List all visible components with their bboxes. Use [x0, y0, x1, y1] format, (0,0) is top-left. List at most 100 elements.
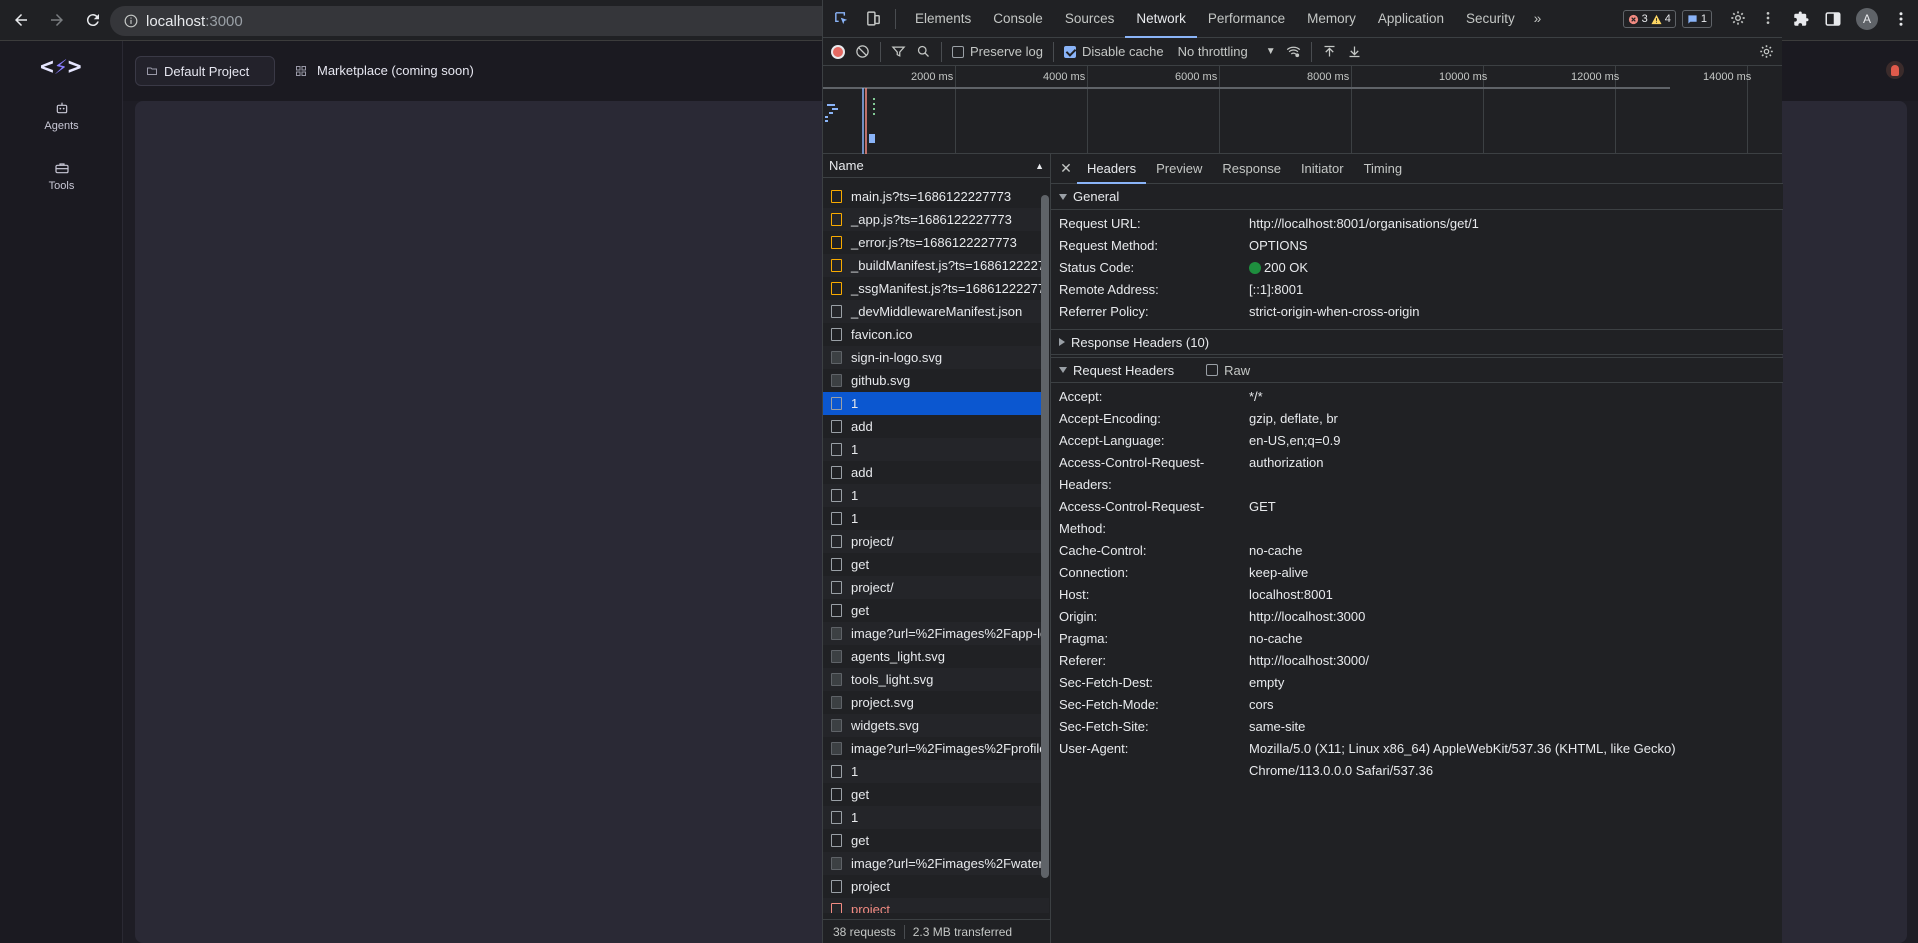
sidebar-item-label: Tools [48, 180, 75, 192]
tab-performance[interactable]: Performance [1197, 0, 1296, 38]
request-row[interactable]: image?url=%2Fimages%2Fwatermark.png [823, 852, 1049, 875]
request-name: _buildManifest.js?ts=1686122227773 [851, 258, 1049, 273]
request-row[interactable]: agents_light.svg [823, 645, 1049, 668]
device-toolbar-button[interactable] [859, 5, 887, 33]
request-name: _ssgManifest.js?ts=1686122227773 [851, 281, 1049, 296]
request-headers-section-header[interactable]: Request Headers Raw [1051, 357, 1783, 383]
request-row[interactable]: project [823, 898, 1049, 913]
detail-tab-headers[interactable]: Headers [1077, 154, 1147, 184]
request-row[interactable]: project [823, 875, 1049, 898]
network-conditions-icon[interactable] [1286, 44, 1301, 59]
request-row[interactable]: 1 [823, 507, 1049, 530]
header-key: Accept-Encoding: [1059, 411, 1161, 426]
request-row[interactable]: project/ [823, 576, 1049, 599]
request-row[interactable]: widgets.svg [823, 714, 1049, 737]
tab-console[interactable]: Console [982, 0, 1054, 38]
error-count-badge[interactable]: 3 4 [1622, 10, 1676, 28]
import-har-icon[interactable] [1322, 44, 1337, 59]
request-row[interactable]: project.svg [823, 691, 1049, 714]
detail-tab-timing[interactable]: Timing [1354, 154, 1413, 184]
side-panel-icon[interactable] [1824, 10, 1842, 28]
request-row[interactable]: _error.js?ts=1686122227773 [823, 231, 1049, 254]
request-row[interactable]: get [823, 599, 1049, 622]
tab-memory[interactable]: Memory [1296, 0, 1367, 38]
request-row[interactable]: github.svg [823, 369, 1049, 392]
checkbox-unchecked[interactable] [1206, 364, 1219, 376]
project-selector-button[interactable]: Default Project [135, 56, 275, 86]
raw-toggle-checkbox[interactable]: Raw [1206, 363, 1250, 378]
gear-icon[interactable] [1759, 44, 1774, 59]
request-row[interactable]: image?url=%2Fimages%2Fprofile.png [823, 737, 1049, 760]
app-logo[interactable]: <⚡> [40, 54, 82, 80]
forward-button[interactable] [42, 5, 72, 35]
more-vert-icon[interactable] [1892, 10, 1910, 28]
throttling-select[interactable]: No throttling ▼ [1178, 44, 1276, 59]
tab-security[interactable]: Security [1455, 0, 1526, 38]
profile-avatar[interactable]: A [1856, 8, 1878, 30]
request-row[interactable]: 1 [823, 438, 1049, 461]
request-row[interactable]: 1 [823, 760, 1049, 783]
request-row[interactable]: add [823, 461, 1049, 484]
request-row[interactable]: main.js?ts=1686122227773 [823, 185, 1049, 208]
header-value: strict-origin-when-cross-origin [1249, 304, 1420, 319]
message-count-badge[interactable]: 1 [1681, 10, 1712, 28]
request-row[interactable]: 1 [823, 484, 1049, 507]
request-row[interactable]: project/ [823, 530, 1049, 553]
request-row[interactable]: get [823, 829, 1049, 852]
request-row[interactable]: favicon.ico [823, 323, 1049, 346]
tab-elements[interactable]: Elements [904, 0, 982, 38]
more-vert-icon[interactable] [1760, 10, 1776, 26]
timeline-waterfall [823, 87, 1670, 154]
scrollbar-thumb[interactable] [1041, 195, 1049, 878]
request-row[interactable]: _ssgManifest.js?ts=1686122227773 [823, 277, 1049, 300]
reload-button[interactable] [78, 5, 108, 35]
search-icon[interactable] [916, 44, 931, 59]
back-button[interactable] [6, 5, 36, 35]
more-tabs-button[interactable]: » [1526, 0, 1550, 38]
document-file-icon [831, 834, 842, 847]
request-row[interactable]: get [823, 783, 1049, 806]
checkbox-unchecked[interactable] [952, 45, 964, 58]
request-row[interactable]: image?url=%2Fimages%2Fapp-logo.png [823, 622, 1049, 645]
request-row[interactable]: sign-in-logo.svg [823, 346, 1049, 369]
tab-application[interactable]: Application [1367, 0, 1455, 38]
puzzle-icon[interactable] [1792, 10, 1810, 28]
request-row[interactable]: tools_light.svg [823, 668, 1049, 691]
general-section-header[interactable]: General [1051, 184, 1783, 210]
request-row[interactable]: get [823, 553, 1049, 576]
detail-tab-response[interactable]: Response [1212, 154, 1291, 184]
request-name: get [851, 557, 870, 572]
response-headers-section-header[interactable]: Response Headers (10) [1051, 329, 1783, 355]
clear-icon[interactable] [855, 44, 870, 59]
close-icon[interactable]: ✕ [1055, 160, 1077, 177]
header-key: User-Agent: [1059, 741, 1129, 756]
sidebar-item-agents[interactable]: Agents [0, 100, 123, 132]
request-row[interactable]: _buildManifest.js?ts=1686122227773 [823, 254, 1049, 277]
column-header-name[interactable]: Name ▲ [823, 154, 1050, 178]
checkbox-checked[interactable] [1063, 45, 1076, 58]
preserve-log-checkbox[interactable]: Preserve log [952, 44, 1043, 59]
request-list: Name ▲ main.js?ts=1686122227773 _app.js?t… [823, 154, 1051, 943]
disable-cache-checkbox[interactable]: Disable cache [1063, 44, 1164, 59]
request-row[interactable]: add [823, 415, 1049, 438]
detail-tab-preview[interactable]: Preview [1146, 154, 1212, 184]
request-row[interactable]: 1 [823, 806, 1049, 829]
request-row[interactable]: _app.js?ts=1686122227773 [823, 208, 1049, 231]
tab-sources[interactable]: Sources [1054, 0, 1126, 38]
request-row[interactable]: _devMiddlewareManifest.json [823, 300, 1049, 323]
request-row[interactable]: 1 [823, 392, 1049, 415]
gear-icon[interactable] [1730, 10, 1746, 26]
filter-icon[interactable] [891, 44, 906, 59]
user-profile-icon[interactable] [1886, 61, 1904, 79]
tab-network[interactable]: Network [1125, 0, 1197, 38]
detail-tab-initiator[interactable]: Initiator [1291, 154, 1354, 184]
record-button[interactable] [831, 44, 845, 59]
issue-counters[interactable]: 3 4 1 [1622, 10, 1712, 28]
inspect-element-button[interactable] [827, 5, 855, 33]
collapsed-triangle-icon [1059, 338, 1065, 346]
sidebar-item-tools[interactable]: Tools [0, 160, 123, 192]
request-list-scrollbar[interactable] [1040, 185, 1050, 913]
export-har-icon[interactable] [1347, 44, 1362, 59]
network-overview-timeline[interactable]: 2000 ms 4000 ms 6000 ms 8000 ms 10000 ms 1200… [823, 66, 1782, 154]
marketplace-link[interactable]: Marketplace (coming soon) [295, 63, 474, 78]
